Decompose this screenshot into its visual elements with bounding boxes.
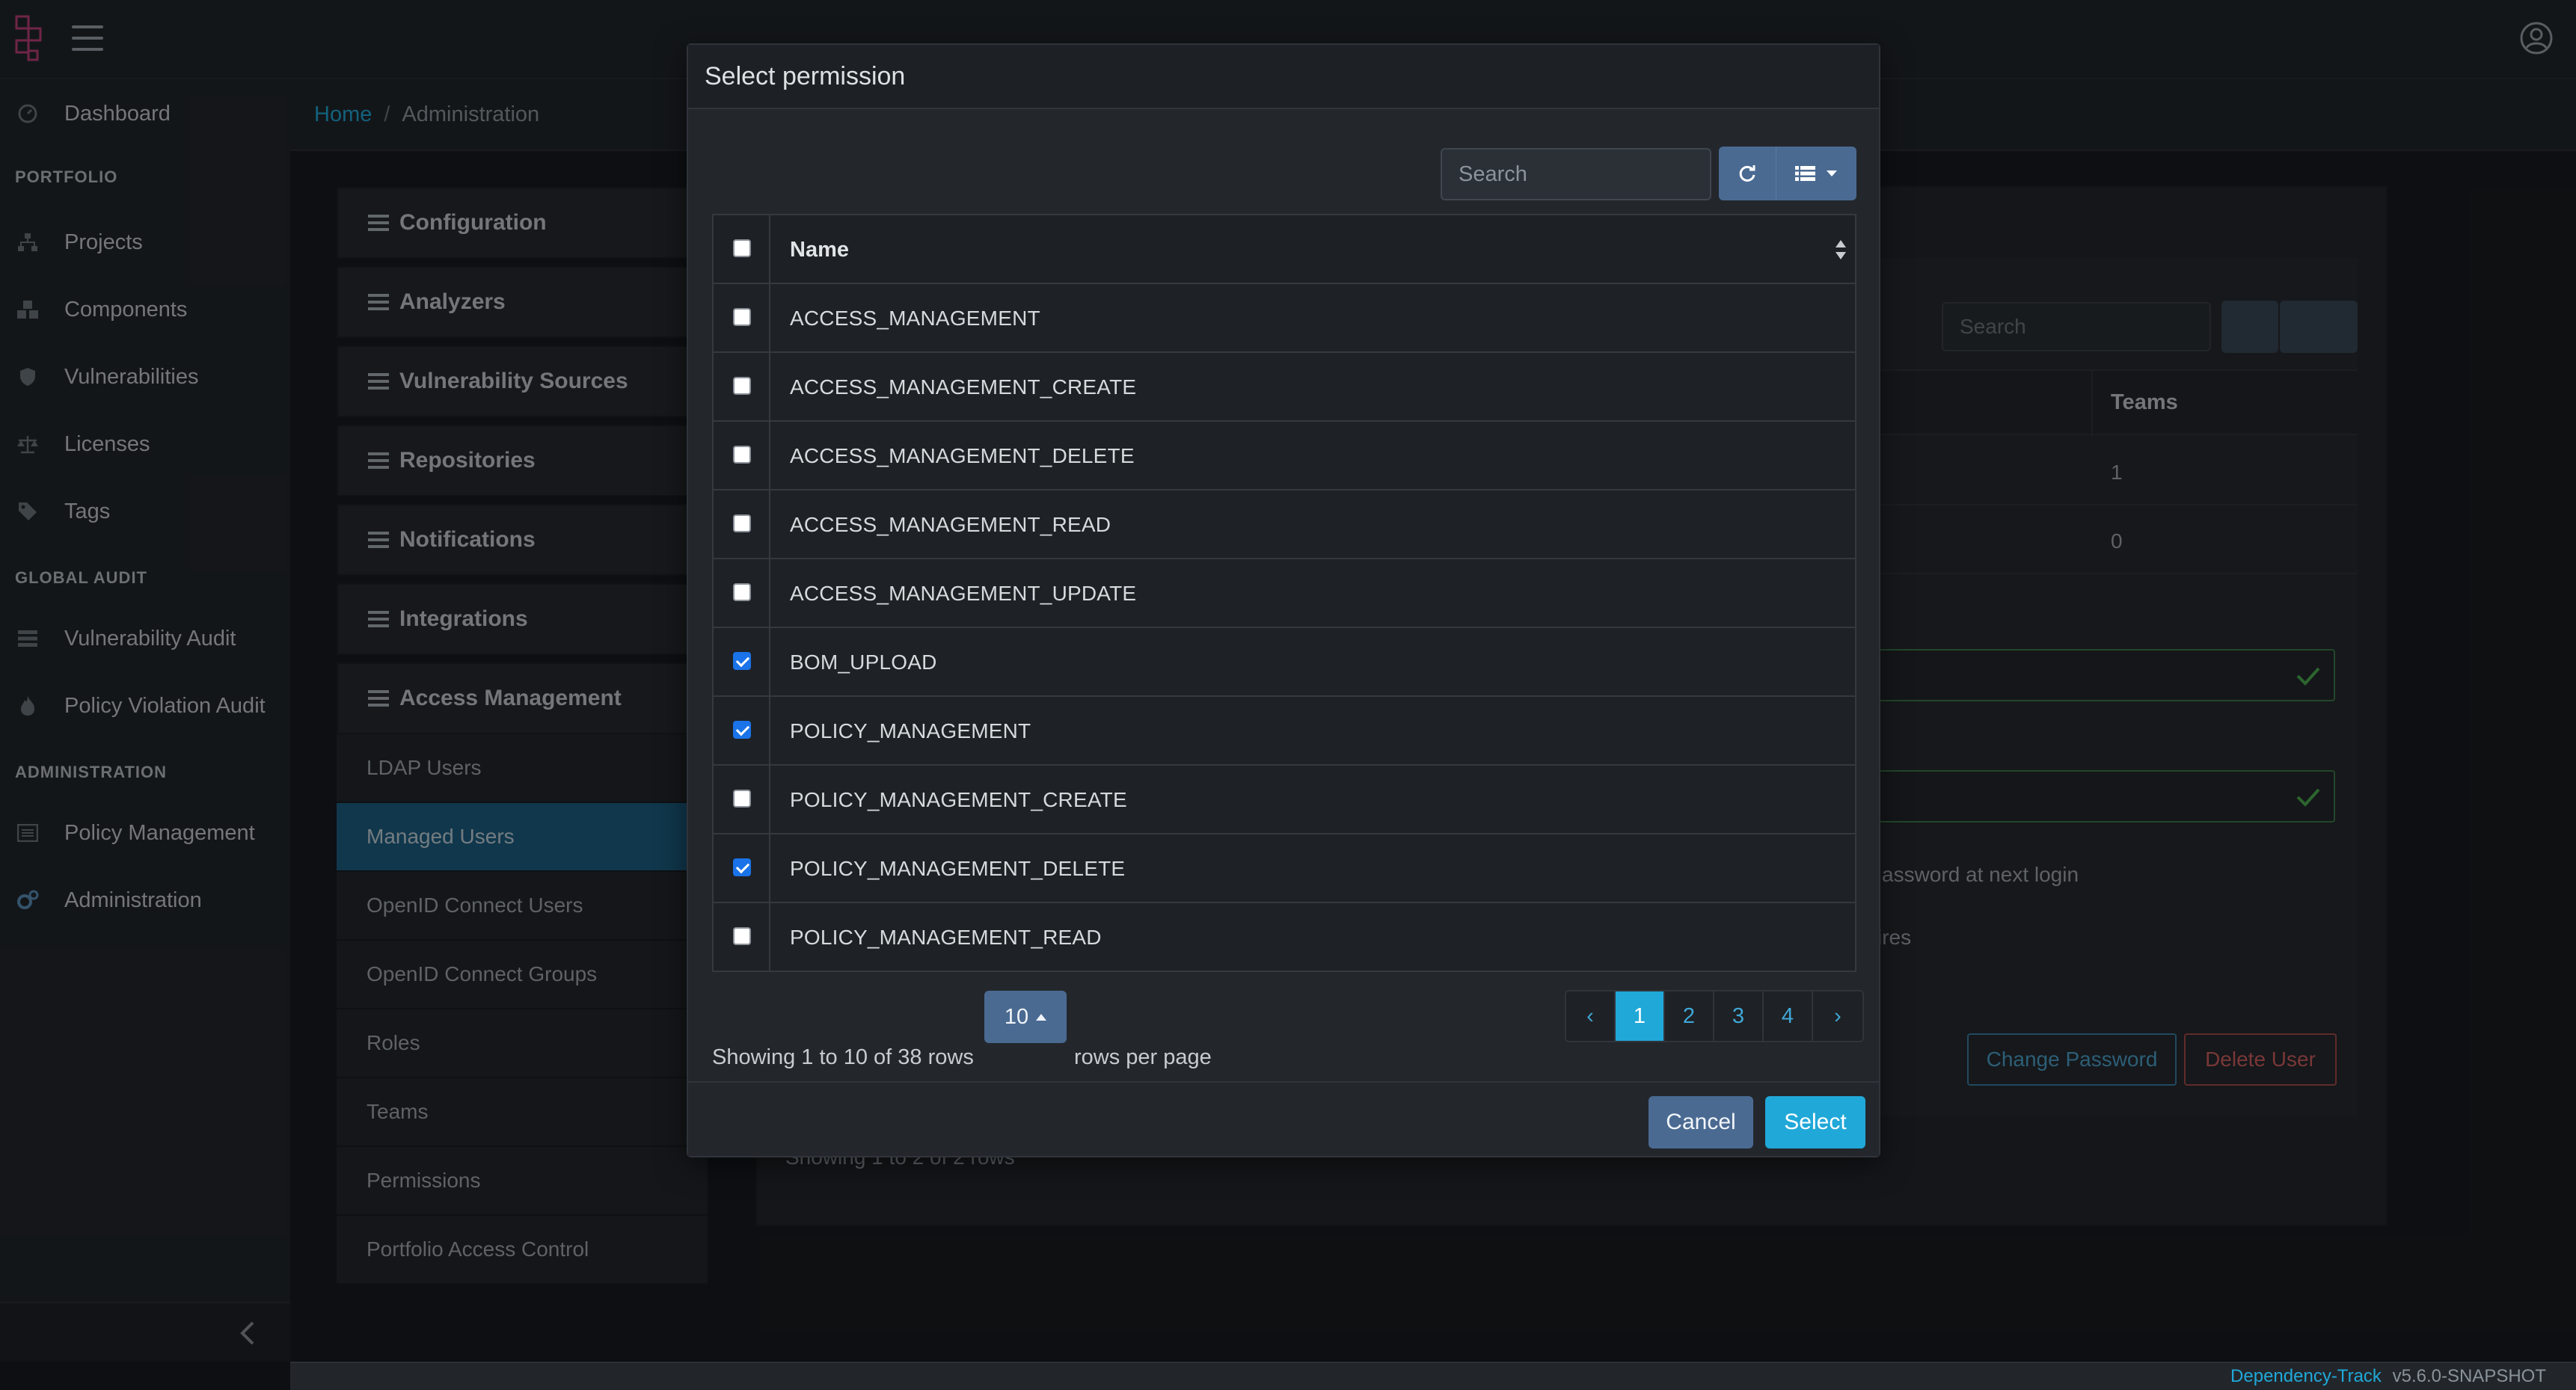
permission-checkbox[interactable] [733,377,751,395]
table-row[interactable]: ACCESS_MANAGEMENT [712,284,1856,353]
checkbox-cell [714,353,770,420]
columns-toggle-button[interactable] [1776,147,1856,200]
table-row[interactable]: ACCESS_MANAGEMENT_DELETE [712,422,1856,491]
sort-icon[interactable] [1834,238,1847,262]
permission-checkbox[interactable] [733,858,751,876]
table-row[interactable]: ACCESS_MANAGEMENT_UPDATE [712,559,1856,628]
caret-down-icon [1826,170,1837,176]
select-all-checkbox[interactable] [733,239,751,257]
permission-checkbox[interactable] [733,927,751,945]
page-size-value: 10 [1004,1004,1029,1029]
table-header: Name [712,214,1856,284]
table-row[interactable]: ACCESS_MANAGEMENT_CREATE [712,353,1856,422]
permission-name: POLICY_MANAGEMENT_DELETE [790,857,1126,880]
table-row[interactable]: POLICY_MANAGEMENT_DELETE [712,834,1856,903]
checkbox-cell [714,766,770,833]
page-button-4[interactable]: 4 [1764,991,1813,1041]
permission-name: ACCESS_MANAGEMENT_CREATE [790,375,1137,399]
checkbox-cell [714,834,770,902]
permission-name: POLICY_MANAGEMENT [790,719,1031,742]
permission-name: BOM_UPLOAD [790,651,937,674]
checkbox-cell [714,903,770,971]
page-button-2[interactable]: 2 [1665,991,1714,1041]
table-toolbar [1719,147,1856,200]
checkbox-cell [714,284,770,351]
permission-name: POLICY_MANAGEMENT_READ [790,926,1102,949]
permission-name: ACCESS_MANAGEMENT [790,307,1040,330]
page-button-3[interactable]: 3 [1714,991,1764,1041]
modal-title: Select permission [688,45,1879,109]
permission-checkbox[interactable] [733,514,751,532]
select-all-cell [714,215,770,283]
permission-checkbox[interactable] [733,652,751,670]
modal-footer: Cancel Select [688,1081,1879,1156]
next-page-button[interactable]: › [1813,991,1862,1041]
select-button[interactable]: Select [1765,1096,1865,1148]
checkbox-cell [714,628,770,695]
permission-name: ACCESS_MANAGEMENT_DELETE [790,444,1135,467]
permission-name: POLICY_MANAGEMENT_CREATE [790,788,1127,811]
pagination: ‹ 1 2 3 4 › [1565,990,1864,1042]
permission-name: ACCESS_MANAGEMENT_READ [790,513,1111,536]
refresh-button[interactable] [1719,147,1776,200]
table-row[interactable]: ACCESS_MANAGEMENT_READ [712,491,1856,559]
paging-info: Showing 1 to 10 of 38 rows [712,1045,974,1069]
table-row[interactable]: POLICY_MANAGEMENT_READ [712,903,1856,972]
checkbox-cell [714,559,770,627]
table-row[interactable]: POLICY_MANAGEMENT [712,697,1856,766]
permission-checkbox[interactable] [733,583,751,601]
checkbox-cell [714,422,770,489]
checkbox-cell [714,491,770,558]
permission-checkbox[interactable] [733,308,751,326]
app-footer: Dependency-Track v5.6.0-SNAPSHOT [290,1362,2576,1390]
footer-brand-link[interactable]: Dependency-Track [2230,1366,2382,1386]
permission-checkbox[interactable] [733,446,751,464]
table-row[interactable]: POLICY_MANAGEMENT_CREATE [712,766,1856,834]
page-button-1[interactable]: 1 [1616,991,1665,1041]
permission-checkbox[interactable] [733,721,751,739]
permission-checkbox[interactable] [733,790,751,808]
permission-search-input[interactable] [1441,148,1711,200]
permission-name: ACCESS_MANAGEMENT_UPDATE [790,582,1137,605]
select-permission-modal: Select permission Name ACCESS_MANAGEMENT… [687,43,1880,1157]
cancel-button[interactable]: Cancel [1649,1096,1753,1148]
rows-per-page-label: rows per page [1074,1045,1212,1069]
name-column-header[interactable]: Name [790,238,849,262]
caret-up-icon [1036,1013,1047,1021]
list-icon [1794,166,1815,181]
checkbox-cell [714,697,770,764]
refresh-icon [1739,165,1755,182]
page-size-dropdown[interactable]: 10 [984,991,1067,1043]
footer-version: v5.6.0-SNAPSHOT [2392,1366,2546,1386]
prev-page-button[interactable]: ‹ [1566,991,1616,1041]
table-row[interactable]: BOM_UPLOAD [712,628,1856,697]
